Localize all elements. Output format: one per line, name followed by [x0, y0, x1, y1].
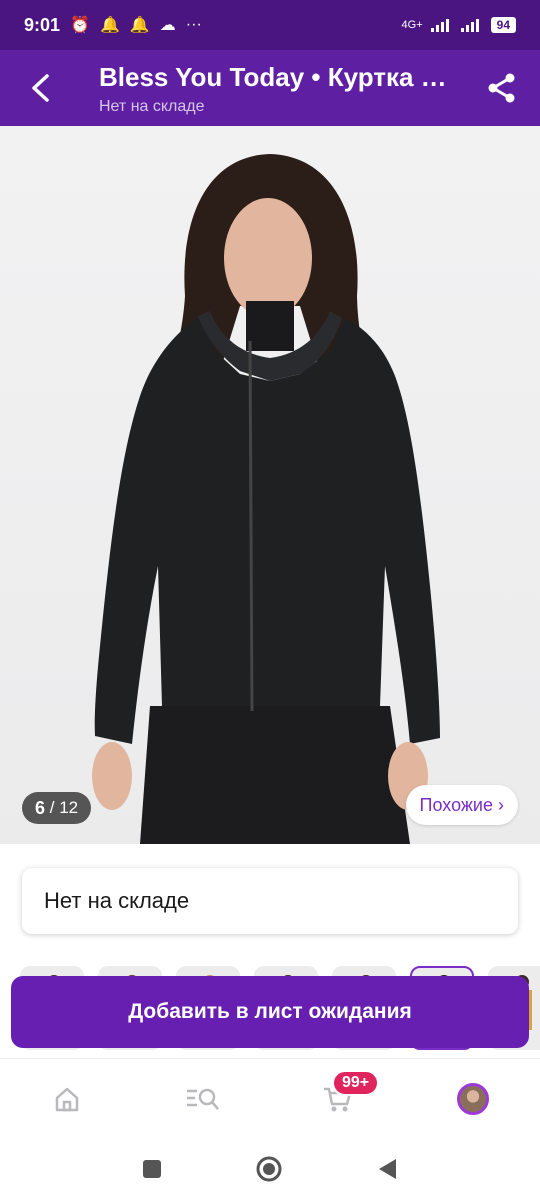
cloud-icon: ☁: [159, 17, 176, 34]
signal-icon: [460, 19, 479, 32]
share-icon: [488, 73, 515, 103]
similar-button[interactable]: Похожие ›: [405, 785, 518, 825]
nav-home[interactable]: [42, 1077, 92, 1121]
nav-profile[interactable]: [448, 1077, 498, 1121]
more-icon: ···: [185, 16, 202, 33]
page-title: Bless You Today • Куртка …: [99, 62, 447, 92]
catalog-search-icon: [187, 1088, 219, 1110]
cart-badge: 99+: [332, 1070, 380, 1096]
page-subtitle: Нет на складе: [99, 98, 205, 115]
status-icons: ⏰ 🔔 🔔 ☁ ···: [70, 15, 202, 35]
triangle-back-icon: [379, 1159, 396, 1179]
add-to-waitlist-button[interactable]: Добавить в лист ожидания: [11, 976, 529, 1048]
circle-icon: [256, 1156, 282, 1182]
home-icon: [55, 1087, 79, 1112]
product-image[interactable]: [0, 126, 540, 844]
status-time: 9:01: [24, 14, 61, 35]
square-icon: [143, 1160, 161, 1178]
network-label: 4G+: [401, 19, 423, 31]
bell-icon: 🔔: [99, 17, 120, 34]
stock-status-box: Нет на складе: [22, 868, 518, 934]
battery-indicator: 94: [490, 17, 516, 33]
back-arrow-icon: [32, 74, 49, 102]
gallery-separator: /: [45, 798, 60, 817]
product-photo: [92, 154, 440, 844]
back-system-button[interactable]: [372, 1154, 402, 1184]
status-bar: 9:01 ⏰ 🔔 🔔 ☁ ··· 4G+ 94: [0, 0, 540, 50]
gallery-counter: 6 / 12: [22, 792, 92, 824]
stock-status-label: Нет на складе: [44, 888, 190, 913]
alarm-icon: ⏰: [70, 17, 90, 34]
bell-icon: 🔔: [129, 17, 150, 34]
gallery-total: 12: [59, 798, 79, 817]
app-header: Bless You Today • Куртка … Нет на складе: [0, 50, 540, 126]
recents-button[interactable]: [137, 1154, 167, 1184]
home-system-button[interactable]: [254, 1154, 284, 1184]
share-button[interactable]: [482, 68, 522, 108]
bottom-nav: 99+: [0, 1058, 540, 1140]
nav-catalog[interactable]: [178, 1077, 228, 1121]
signal-icon: [430, 19, 449, 32]
avatar: [457, 1083, 489, 1115]
system-nav: [0, 1140, 540, 1200]
status-right: 4G+ 94: [402, 17, 516, 33]
back-button[interactable]: [20, 68, 60, 108]
gallery-current: 6: [35, 797, 46, 818]
